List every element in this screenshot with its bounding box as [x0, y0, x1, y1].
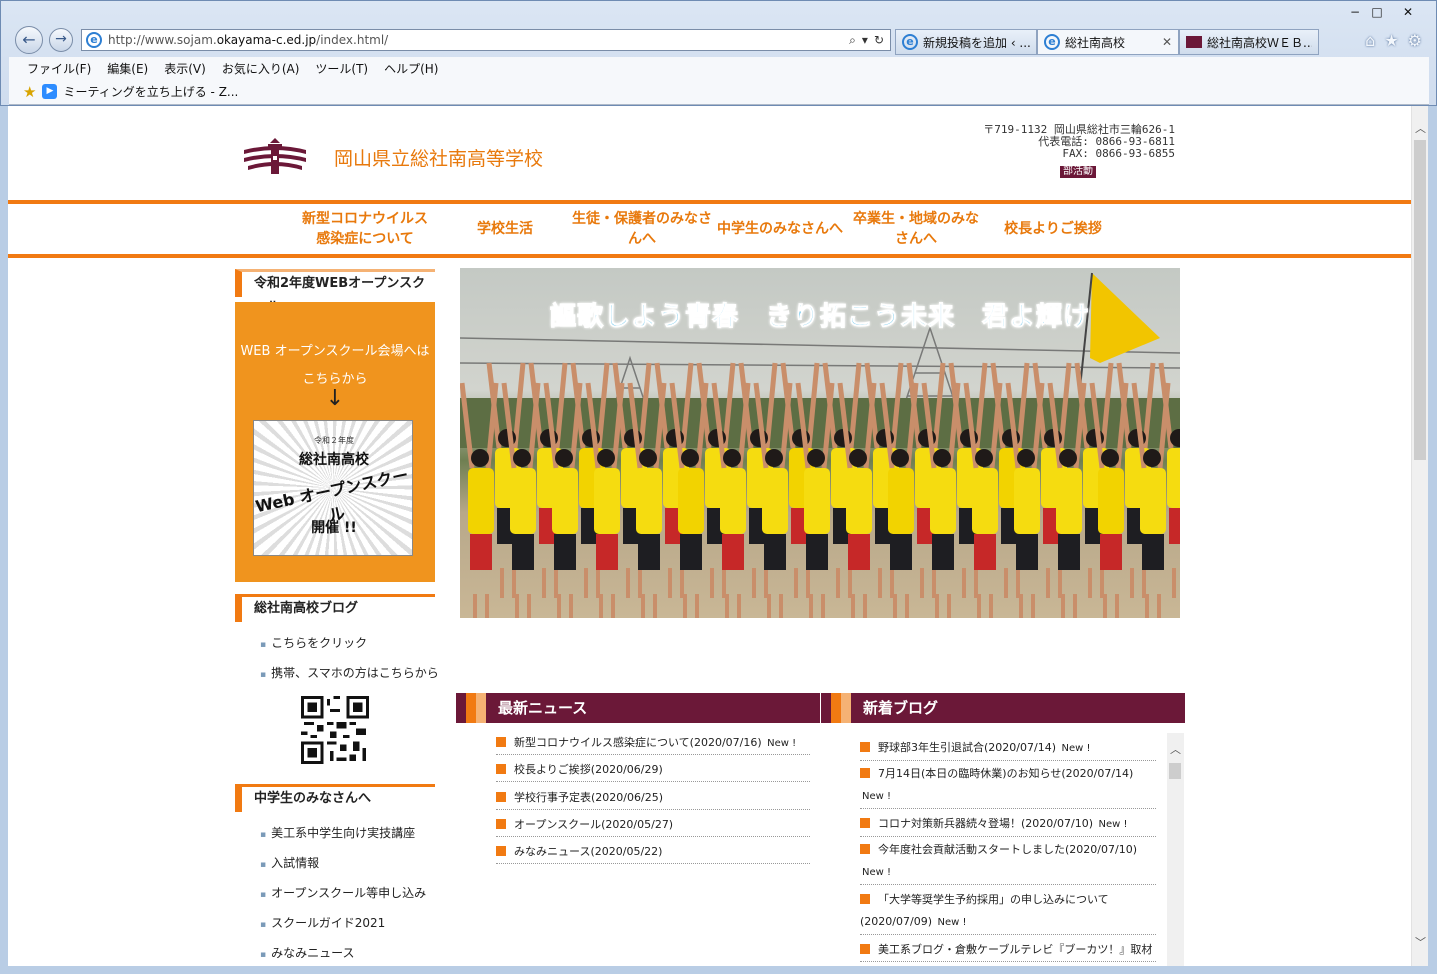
club-activities-link[interactable]: 部活動 — [1060, 166, 1096, 178]
forward-button[interactable]: → — [49, 28, 73, 52]
close-tab-icon[interactable]: ✕ — [1162, 35, 1172, 49]
add-favorite-icon[interactable]: ★ — [23, 83, 36, 101]
news-item[interactable]: みなみニュース(2020/05/22) — [496, 842, 810, 864]
url-text[interactable]: http://www.sojam.okayama-c.ed.jp/index.h… — [108, 33, 849, 47]
refresh-icon[interactable]: ↻ — [874, 33, 884, 48]
hero-slogan: 謳歌しよう青春 きり拓こう未来 君よ輝け — [549, 302, 1090, 333]
open-school-heading: 令和2年度WEBオープンスクール — [235, 269, 435, 315]
sidebar-link-art-course[interactable]: 美工系中学生向け実技講座 — [260, 824, 415, 841]
menu-tools[interactable]: ツール(T) — [315, 60, 368, 77]
ie-icon: e — [1044, 34, 1060, 50]
news-item[interactable]: オープンスクール(2020/05/27) — [496, 815, 810, 837]
star-icon[interactable]: ★ — [1384, 31, 1398, 50]
blog-item[interactable]: コロナ対策新兵器続々登場！(2020/07/10) New ! — [860, 813, 1156, 837]
blog-post-list[interactable]: 野球部3年生引退試合(2020/07/14) New ! 7月14日(本日の臨時… — [856, 733, 1184, 966]
school-favicon — [1186, 36, 1202, 48]
sidebar-link-mobile[interactable]: 携帯、スマホの方はこちらから — [260, 664, 439, 681]
nav-school-life[interactable]: 学校生活 — [452, 204, 558, 254]
school-logo[interactable] — [242, 136, 308, 176]
news-item[interactable]: 新型コロナウイルス感染症について(2020/07/16) New ! — [496, 733, 810, 755]
menu-file[interactable]: ファイル(F) — [27, 60, 91, 77]
blog-item[interactable]: 野球部3年生引退試合(2020/07/14) New ! — [860, 737, 1156, 761]
news-item[interactable]: 学校行事予定表(2020/06/25) — [496, 788, 810, 810]
browser-tab[interactable]: e 新規投稿を追加 ‹ ... — [895, 29, 1037, 55]
blog-item[interactable]: 美工系ブログ・倉敷ケーブルテレビ『ブーカツ！』取材 — [860, 939, 1156, 962]
sidebar-link-school-guide[interactable]: スクールガイド2021 — [260, 914, 385, 931]
blog-item[interactable]: 7月14日(本日の臨時休業)のお知らせ(2020/07/14) New ! — [860, 763, 1156, 809]
sidebar-link-minami-news[interactable]: みなみニュース — [260, 944, 354, 961]
window-controls: − □ ✕ — [1344, 5, 1428, 19]
blog-item[interactable]: 「大学等奨学生予約採用」の申し込みについて(2020/07/09) New ! — [860, 889, 1156, 935]
nav-covid[interactable]: 新型コロナウイルス感染症について — [296, 204, 434, 254]
fax-text: FAX: 0866-93-6855 — [1062, 147, 1175, 160]
junior-high-heading: 中学生のみなさんへ — [235, 784, 435, 812]
contact-info: 〒719-1132 岡山県総社市三輪626-1 代表電話: 0866-93-68… — [968, 124, 1175, 160]
nav-principal-greeting[interactable]: 校長よりご挨拶 — [998, 204, 1108, 254]
page-scrollbar[interactable]: ︿ ﹀ — [1411, 106, 1428, 966]
dropdown-icon[interactable]: ▾ — [862, 33, 868, 48]
sidebar-link-blog[interactable]: こちらをクリック — [260, 634, 367, 651]
menu-help[interactable]: ヘルプ(H) — [384, 60, 438, 77]
address-bar[interactable]: e http://www.sojam.okayama-c.ed.jp/index… — [81, 29, 891, 51]
arrow-left-icon: ← — [22, 30, 36, 49]
blog-posts-heading: 新着ブログ — [821, 693, 1185, 723]
minimize-icon[interactable]: − — [1344, 5, 1366, 19]
menu-view[interactable]: 表示(V) — [164, 60, 206, 77]
open-school-card: 令和２年度 総社南高校 Web オープンスクール 開催 !! — [253, 420, 413, 556]
back-button[interactable]: ← — [15, 26, 43, 54]
blog-heading: 総社南高校ブログ — [235, 594, 435, 622]
global-nav: 新型コロナウイルス感染症について 学校生活 生徒・保護者のみなさんへ 中学生のみ… — [8, 200, 1411, 258]
nav-junior-high[interactable]: 中学生のみなさんへ — [714, 204, 846, 254]
nav-students-parents[interactable]: 生徒・保護者のみなさんへ — [572, 204, 712, 254]
home-icon[interactable]: ⌂ — [1365, 31, 1375, 50]
blog-scrollbar[interactable]: ︿ — [1167, 733, 1184, 966]
search-icon[interactable]: ⌕ — [849, 33, 856, 48]
nav-graduates-community[interactable]: 卒業生・地域のみなさんへ — [848, 204, 984, 254]
site-header: 岡山県立総社南高等学校 〒719-1132 岡山県総社市三輪626-1 代表電話… — [8, 106, 1411, 200]
page-scroll-thumb[interactable] — [1414, 140, 1426, 460]
news-heading: 最新ニュース — [456, 693, 820, 723]
zoom-icon: ▶ — [42, 84, 58, 99]
school-name[interactable]: 岡山県立総社南高等学校 — [334, 144, 543, 171]
arrow-right-icon: → — [55, 31, 67, 47]
news-item[interactable]: 校長よりご挨拶(2020/06/29) — [496, 760, 810, 782]
blog-item[interactable]: 今年度社会貢献活動スタートしました(2020/07/10) New ! — [860, 839, 1156, 885]
chevron-up-icon[interactable]: ︿ — [1167, 741, 1184, 757]
chevron-up-icon[interactable]: ︿ — [1412, 120, 1428, 137]
sidebar-link-admission[interactable]: 入試情報 — [260, 854, 319, 871]
chevron-down-icon[interactable]: ﹀ — [1412, 934, 1428, 951]
favorites-bar: ★ ▶ ミーティングを立ち上げる - Z... — [9, 79, 1429, 105]
close-window-icon[interactable]: ✕ — [1388, 5, 1428, 19]
browser-tab[interactable]: 総社南高校ＷＥＢ... — [1179, 29, 1319, 55]
gear-icon[interactable]: ⚙ — [1408, 31, 1422, 50]
sidebar-link-open-school-apply[interactable]: オープンスクール等申し込み — [260, 884, 426, 901]
menu-edit[interactable]: 編集(E) — [107, 60, 148, 77]
blog-scroll-thumb[interactable] — [1169, 763, 1181, 779]
favorite-link[interactable]: ミーティングを立ち上げる - Z... — [63, 83, 238, 100]
arrow-down-icon: ↓ — [325, 386, 345, 411]
hero-image: 謳歌しよう青春 きり拓こう未来 君よ輝け — [460, 268, 1180, 618]
maximize-icon[interactable]: □ — [1366, 5, 1388, 19]
page-viewport: 岡山県立総社南高等学校 〒719-1132 岡山県総社市三輪626-1 代表電話… — [8, 106, 1428, 966]
ie-icon: e — [86, 32, 102, 48]
open-school-banner[interactable]: WEB オープンスクール会場へは こちらから ↓ 令和２年度 総社南高校 Web… — [235, 302, 435, 582]
menu-favorites[interactable]: お気に入り(A) — [222, 60, 300, 77]
browser-chrome: − □ ✕ ← → e http://www.sojam.okayama-c.e… — [0, 0, 1437, 106]
qr-code — [301, 696, 369, 764]
ie-icon: e — [902, 34, 918, 50]
browser-tab-active[interactable]: e 総社南高校 ✕ — [1037, 29, 1179, 55]
menu-bar: ファイル(F) 編集(E) 表示(V) お気に入り(A) ツール(T) ヘルプ(… — [9, 57, 1429, 79]
